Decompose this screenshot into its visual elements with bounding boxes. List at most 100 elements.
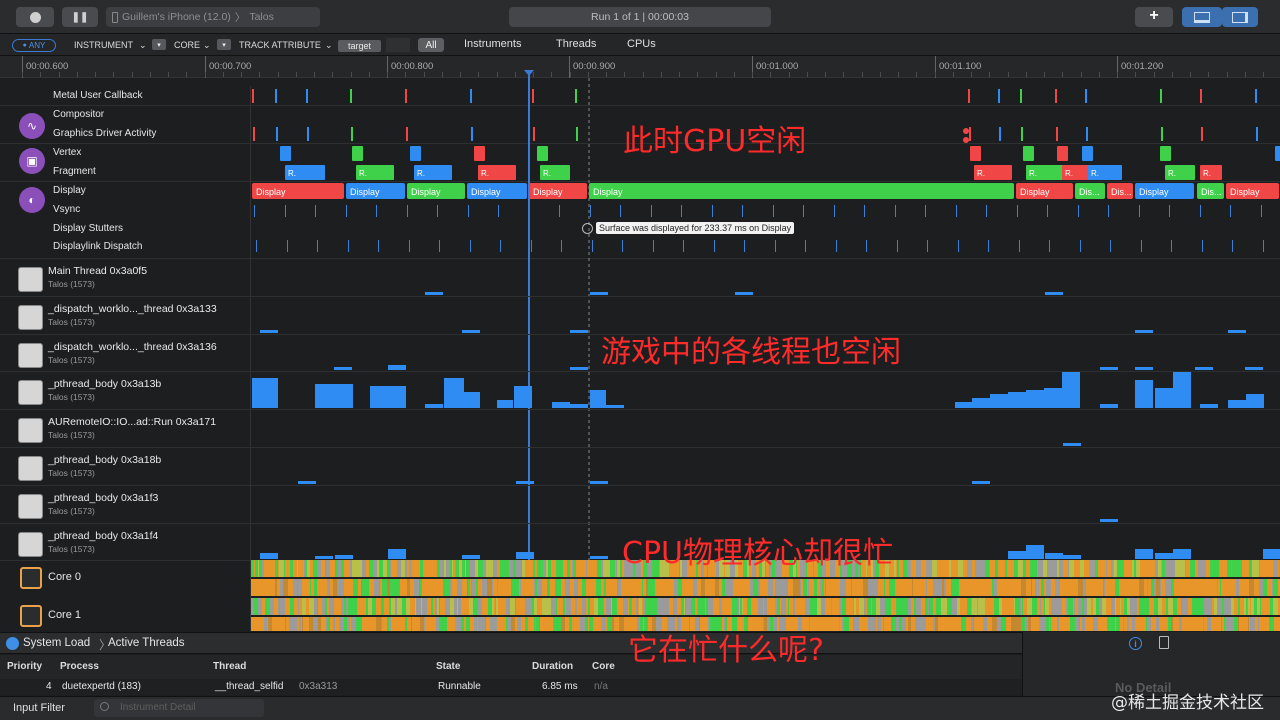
displaylink-tick [1080,240,1081,252]
core-activity-slice [1090,617,1093,631]
core-activity-slice [307,560,308,577]
core-activity-slice [327,598,329,615]
core-activity-slice [983,598,985,615]
breadcrumb-root[interactable]: System Load [23,637,90,649]
app-icon [18,418,43,444]
thread-cell: __thread_selfid [215,681,284,692]
display-segment-label: Display [411,187,441,197]
core-activity-slice [1025,617,1028,631]
info-icon[interactable]: i [1129,637,1142,650]
core-activity-slice [1151,617,1155,631]
core-activity-slice [911,560,916,577]
thread-row[interactable]: _pthread_body 0x3a13b Talos (1573) [0,372,250,410]
column-header[interactable]: Priority [7,661,42,672]
thread-row[interactable]: Main Thread 0x3a0f5 Talos (1573) [0,259,250,297]
core-activity-slice [285,560,290,577]
core-row[interactable]: Core 1 [0,596,250,634]
core-activity-slice [357,598,360,615]
cpu-usage-bar [590,556,608,559]
thread-row[interactable]: _dispatch_worklo..._thread 0x3a133 Talos … [0,297,250,335]
core-activity-slice [1100,579,1103,596]
core-activity-slice [793,579,796,596]
vsync-tick [498,205,499,217]
core-activity-slice [697,579,700,596]
document-icon[interactable] [1159,636,1169,649]
core-activity-slice [1252,560,1255,577]
input-filter-label[interactable]: Input Filter [13,702,65,714]
column-header[interactable]: Core [592,661,615,672]
cpu-usage-bar [1100,367,1118,370]
thread-row[interactable]: _pthread_body 0x3a1f3 Talos (1573) [0,486,250,524]
column-header[interactable]: Duration [532,661,573,672]
display-segment-label: Display [1230,187,1260,197]
core-activity-slice [490,560,493,577]
core-activity-slice [1093,598,1096,615]
thread-row[interactable]: AURemoteIO::IO...ad::Run 0x3a171 Talos (1… [0,410,250,448]
core-activity-slice [1090,560,1095,577]
thread-row[interactable]: _pthread_body 0x3a1f4 Talos (1573) [0,524,250,562]
core-activity-slice [1218,579,1220,596]
core-row[interactable]: Core 0 [0,558,250,596]
core-activity-slice [258,560,259,577]
core-activity-slice [619,598,620,615]
core-activity-slice [540,617,542,631]
core-activity-slice [933,598,934,615]
thread-process: Talos (1573) [48,468,95,478]
core-activity-slice [568,617,569,631]
core-activity-slice [1156,579,1160,596]
instrument-detail-field[interactable]: Instrument Detail [94,699,264,717]
thread-row[interactable]: _dispatch_worklo..._thread 0x3a136 Talos … [0,335,250,373]
core-activity-slice [642,579,643,596]
column-header[interactable]: State [436,661,460,672]
core-activity-slice [1184,579,1189,596]
core-activity-slice [403,617,404,631]
core-activity-slice [373,617,376,631]
core-activity-slice [998,560,1000,577]
core-activity-slice [747,598,751,615]
core-activity-slice [545,617,550,631]
crosshair-icon [582,222,593,234]
core-activity-slice [825,579,826,596]
core-activity-slice [329,598,334,615]
core-activity-slice [825,598,827,615]
core-activity-slice [827,598,831,615]
core-activity-slice [1112,617,1115,631]
core-activity-slice [878,579,879,596]
core-activity-slice [266,579,268,596]
core-activity-slice [1111,598,1112,615]
core-activity-slice [763,598,764,615]
core-activity-slice [815,579,817,596]
core-activity-slice [1093,617,1098,631]
table-row[interactable]: 4 duetexpertd (183) __thread_selfid 0x3a… [0,679,1022,695]
column-header[interactable]: Thread [213,661,246,672]
core-activity-slice [1274,617,1279,631]
core-activity-slice [344,579,345,596]
core-activity-slice [912,579,913,596]
core-activity-slice [1261,598,1265,615]
core-activity-slice [915,617,917,631]
displaylink-tick [836,240,837,252]
driver-activity-mark [1086,127,1088,141]
displaylink-tick [500,240,501,252]
thread-row[interactable]: _pthread_body 0x3a18b Talos (1573) [0,448,250,486]
core-activity-slice [628,598,629,615]
breadcrumb-leaf[interactable]: Active Threads [108,637,185,649]
core-activity-slice [1174,560,1175,577]
metal-callback-mark [1055,89,1057,103]
core-activity-slice [846,579,847,596]
core-activity-slice [1037,598,1040,615]
core-activity-slice [655,579,660,596]
core-activity-slice [525,560,529,577]
core-activity-slice [538,617,539,631]
core-activity-slice [951,560,956,577]
core-activity-slice [1007,579,1011,596]
core-activity-slice [407,617,411,631]
displaylink-tick [622,240,623,252]
core-activity-slice [1038,560,1042,577]
core-activity-slice [1084,598,1087,615]
core-activity-slice [556,598,557,615]
core-activity-slice [620,598,623,615]
core-activity-slice [990,598,994,615]
column-header[interactable]: Process [60,661,99,672]
core-activity-slice [1139,598,1144,615]
